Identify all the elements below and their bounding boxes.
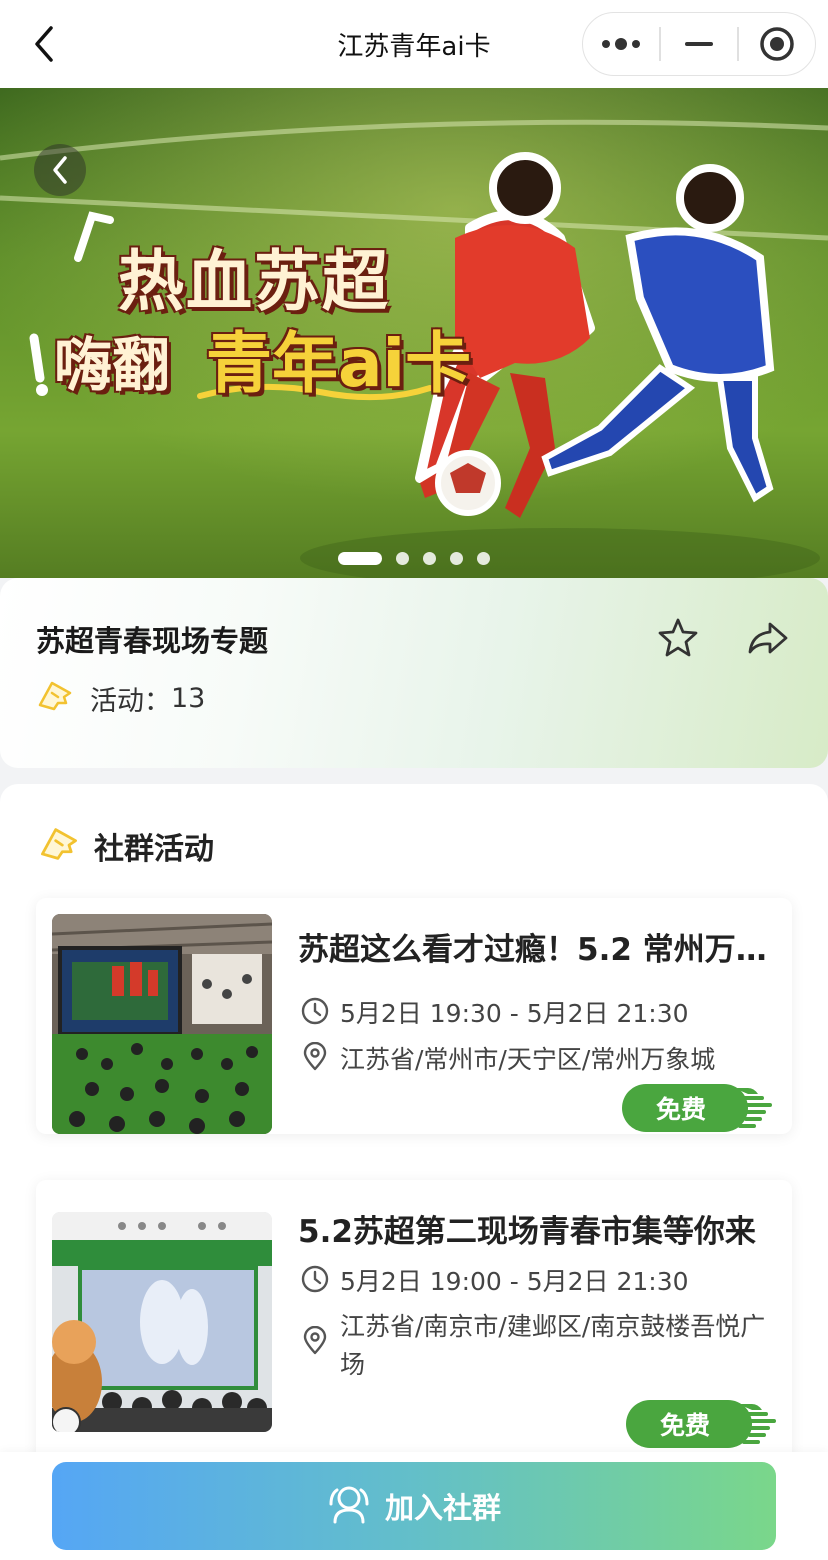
clock-icon xyxy=(300,996,330,1026)
carousel-dot-active[interactable] xyxy=(338,551,382,565)
activity-location-text: 江苏省/南京市/建邺区/南京鼓楼吾悦广场 xyxy=(340,1312,766,1379)
close-target-icon[interactable] xyxy=(739,13,815,75)
carousel-dot[interactable] xyxy=(450,551,463,565)
banner-headline-line2a: 嗨翻 xyxy=(54,331,171,399)
more-dots-icon[interactable] xyxy=(583,13,659,75)
bottom-action-bar: 加入社群 xyxy=(0,1452,828,1560)
price-label: 免费 xyxy=(626,1400,752,1448)
minimize-icon[interactable] xyxy=(661,13,737,75)
activity-location-text: 江苏省/常州市/天宁区/常州万象城 xyxy=(340,1045,716,1074)
activity-location: 江苏省/常州市/天宁区/常州万象城 xyxy=(300,1040,715,1076)
banner-carousel[interactable]: 热血苏超 嗨翻 青年ai卡 xyxy=(0,88,828,578)
activity-location: 江苏省/南京市/建邺区/南京鼓楼吾悦广场 xyxy=(300,1308,770,1384)
activity-time: 5月2日 19:30 - 5月2日 21:30 xyxy=(300,994,689,1030)
join-community-label: 加入社群 xyxy=(384,1491,501,1525)
topic-title: 苏超青春现场专题 xyxy=(36,624,269,658)
price-badge[interactable]: 免费 xyxy=(622,1084,774,1132)
activity-count: 13 xyxy=(171,682,206,714)
miniprogram-capsule xyxy=(582,12,816,76)
section-title: 社群活动 xyxy=(94,832,214,867)
join-community-button[interactable]: 加入社群 xyxy=(52,1462,776,1550)
nav-bar: 江苏青年ai卡 xyxy=(0,0,828,88)
activity-time: 5月2日 19:00 - 5月2日 21:30 xyxy=(300,1262,689,1298)
section-header: 社群活动 xyxy=(38,824,214,868)
speed-lines-icon xyxy=(738,1404,776,1444)
activity-label: 活动： xyxy=(90,685,171,717)
ticket-icon xyxy=(36,679,74,717)
carousel-dot[interactable] xyxy=(396,551,409,565)
location-pin-icon xyxy=(300,1325,330,1356)
banner-headline-line2b: 青年ai卡 xyxy=(206,325,472,402)
price-label: 免费 xyxy=(622,1084,748,1132)
ticket-icon xyxy=(38,825,80,867)
topic-card: 苏超青春现场专题 活动： 13 xyxy=(0,578,828,768)
activity-time-text: 5月2日 19:30 - 5月2日 21:30 xyxy=(340,999,689,1028)
activity-card[interactable]: 苏超这么看才过瘾！5.2 常州万象城 5月2日 19:30 - 5月2日 21:… xyxy=(36,898,792,1134)
community-icon xyxy=(327,1482,371,1530)
topic-activity-count: 活动： 13 xyxy=(36,678,205,718)
activity-thumbnail xyxy=(52,1212,272,1432)
activity-card[interactable]: 5.2苏超第二现场青春市集等你来 5月2日 19:00 - 5月2日 21:30… xyxy=(36,1180,792,1470)
activity-time-text: 5月2日 19:00 - 5月2日 21:30 xyxy=(340,1267,689,1296)
price-badge[interactable]: 免费 xyxy=(626,1400,778,1448)
activity-thumbnail xyxy=(52,914,272,1134)
carousel-dot[interactable] xyxy=(477,551,490,565)
speed-lines-icon xyxy=(734,1088,772,1128)
community-activities-section: 社群活动 苏超这么看才过瘾！5.2 常州万象城 5月2日 19:30 - 5月2… xyxy=(0,784,828,1560)
carousel-dot[interactable] xyxy=(423,551,436,565)
activity-title[interactable]: 5.2苏超第二现场青春市集等你来 xyxy=(298,1206,776,1251)
favorite-star-icon[interactable] xyxy=(654,614,702,662)
location-pin-icon xyxy=(300,1041,330,1072)
activity-title[interactable]: 苏超这么看才过瘾！5.2 常州万象城 xyxy=(298,924,776,969)
clock-icon xyxy=(300,1264,330,1294)
carousel-dots xyxy=(0,550,828,566)
banner-back-icon[interactable] xyxy=(34,144,86,196)
share-icon[interactable] xyxy=(744,614,792,662)
